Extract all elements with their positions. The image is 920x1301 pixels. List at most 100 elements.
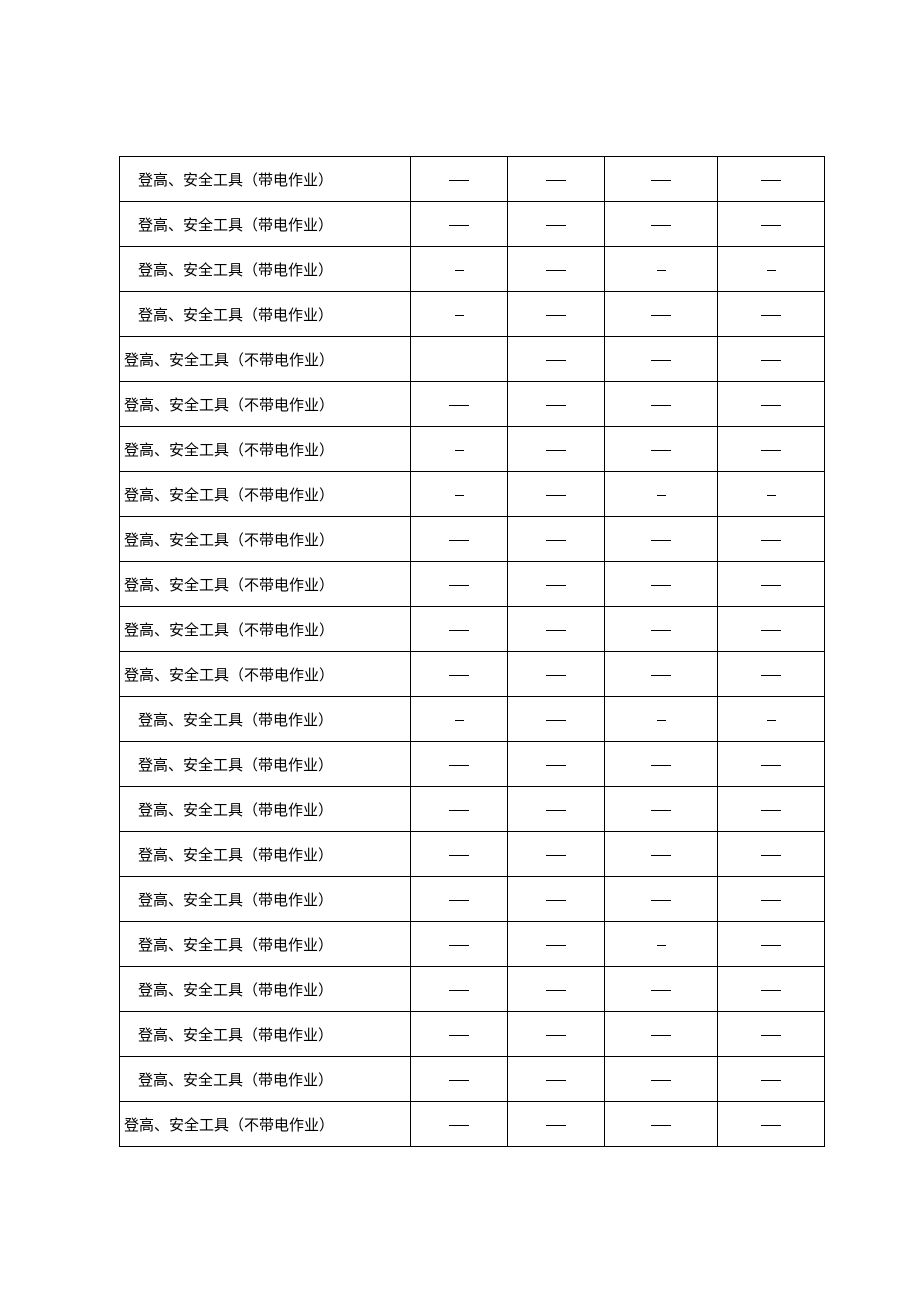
value-cell (411, 832, 508, 877)
value-cell (411, 472, 508, 517)
value-cell (411, 652, 508, 697)
value-cell (411, 157, 508, 202)
value-cell (718, 1057, 825, 1102)
value-cell (508, 382, 605, 427)
value-cell (718, 337, 825, 382)
value-cell (411, 202, 508, 247)
value-cell (411, 292, 508, 337)
table-row: 登高、安全工具（不带电作业） (120, 517, 825, 562)
task-name-cell: 登高、安全工具（不带电作业） (120, 427, 411, 472)
value-cell (411, 697, 508, 742)
value-cell (508, 787, 605, 832)
task-name-cell: 登高、安全工具（带电作业） (120, 787, 411, 832)
value-cell (411, 967, 508, 1012)
value-cell (508, 652, 605, 697)
value-cell (411, 517, 508, 562)
value-cell (508, 742, 605, 787)
task-name-cell: 登高、安全工具（带电作业） (120, 877, 411, 922)
table-row: 登高、安全工具（带电作业） (120, 877, 825, 922)
value-cell (718, 877, 825, 922)
value-cell (718, 247, 825, 292)
value-cell (605, 382, 718, 427)
task-name-cell: 登高、安全工具（带电作业） (120, 1057, 411, 1102)
task-name-cell: 登高、安全工具（带电作业） (120, 202, 411, 247)
table-row: 登高、安全工具（不带电作业） (120, 1102, 825, 1147)
value-cell (718, 1012, 825, 1057)
task-name-cell: 登高、安全工具（带电作业） (120, 697, 411, 742)
table-row: 登高、安全工具（带电作业） (120, 697, 825, 742)
value-cell (718, 967, 825, 1012)
value-cell (605, 1102, 718, 1147)
table-row: 登高、安全工具（带电作业） (120, 202, 825, 247)
task-name-cell: 登高、安全工具（不带电作业） (120, 562, 411, 607)
table-body: 登高、安全工具（带电作业）登高、安全工具（带电作业）登高、安全工具（带电作业）登… (120, 157, 825, 1147)
table-row: 登高、安全工具（带电作业） (120, 742, 825, 787)
value-cell (605, 652, 718, 697)
value-cell (605, 742, 718, 787)
value-cell (605, 877, 718, 922)
table-row: 登高、安全工具（不带电作业） (120, 607, 825, 652)
task-name-cell: 登高、安全工具（带电作业） (120, 1012, 411, 1057)
value-cell (718, 562, 825, 607)
table-row: 登高、安全工具（带电作业） (120, 787, 825, 832)
value-cell (411, 382, 508, 427)
value-cell (718, 472, 825, 517)
table-row: 登高、安全工具（带电作业） (120, 1057, 825, 1102)
table-row: 登高、安全工具（带电作业） (120, 832, 825, 877)
task-name-cell: 登高、安全工具（带电作业） (120, 922, 411, 967)
value-cell (605, 967, 718, 1012)
value-cell (508, 247, 605, 292)
table-row: 登高、安全工具（带电作业） (120, 967, 825, 1012)
table-row: 登高、安全工具（带电作业） (120, 922, 825, 967)
task-name-cell: 登高、安全工具（不带电作业） (120, 517, 411, 562)
table-row: 登高、安全工具（带电作业） (120, 292, 825, 337)
value-cell (718, 742, 825, 787)
value-cell (411, 607, 508, 652)
value-cell (411, 1012, 508, 1057)
value-cell (411, 922, 508, 967)
table-row: 登高、安全工具（不带电作业） (120, 472, 825, 517)
value-cell (411, 1102, 508, 1147)
value-cell (508, 427, 605, 472)
value-cell (718, 697, 825, 742)
value-cell (605, 157, 718, 202)
value-cell (605, 697, 718, 742)
value-cell (508, 922, 605, 967)
value-cell (508, 562, 605, 607)
value-cell (718, 922, 825, 967)
table-row: 登高、安全工具（不带电作业） (120, 382, 825, 427)
value-cell (508, 607, 605, 652)
table-row: 登高、安全工具（不带电作业） (120, 562, 825, 607)
value-cell (605, 517, 718, 562)
value-cell (411, 562, 508, 607)
value-cell (605, 1012, 718, 1057)
value-cell (508, 1012, 605, 1057)
value-cell (508, 1057, 605, 1102)
value-cell (605, 832, 718, 877)
value-cell (411, 427, 508, 472)
value-cell (605, 562, 718, 607)
value-cell (605, 202, 718, 247)
value-cell (605, 1057, 718, 1102)
value-cell (411, 1057, 508, 1102)
task-name-cell: 登高、安全工具（不带电作业） (120, 337, 411, 382)
value-cell (508, 967, 605, 1012)
value-cell (605, 427, 718, 472)
value-cell (411, 877, 508, 922)
value-cell (718, 832, 825, 877)
value-cell (508, 877, 605, 922)
value-cell (718, 157, 825, 202)
value-cell (605, 922, 718, 967)
task-name-cell: 登高、安全工具（带电作业） (120, 292, 411, 337)
value-cell (508, 697, 605, 742)
value-cell (411, 247, 508, 292)
value-cell (411, 742, 508, 787)
value-cell (508, 517, 605, 562)
value-cell (508, 832, 605, 877)
value-cell (718, 427, 825, 472)
task-name-cell: 登高、安全工具（带电作业） (120, 247, 411, 292)
value-cell (718, 1102, 825, 1147)
value-cell (508, 472, 605, 517)
value-cell (605, 292, 718, 337)
task-name-cell: 登高、安全工具（不带电作业） (120, 652, 411, 697)
